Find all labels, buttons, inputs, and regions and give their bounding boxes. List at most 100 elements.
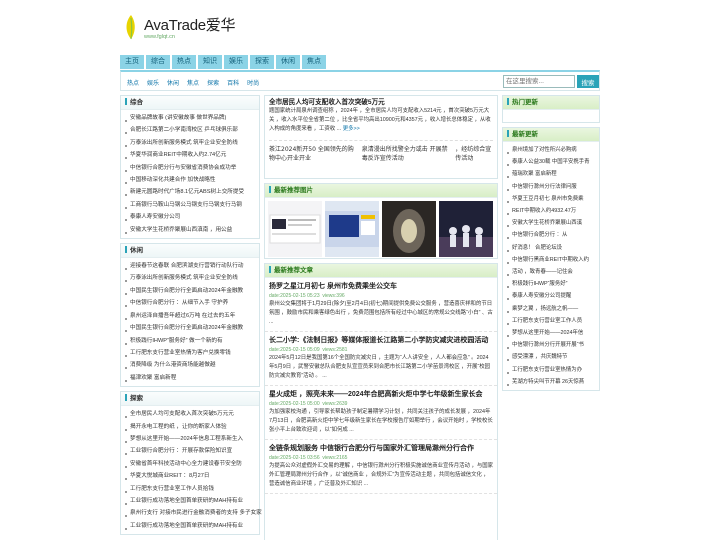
headline-links: 茶江2024新开50 全国领先的购物中心开业开业 泉清漫出所找警全力或击 开展禁… — [269, 140, 493, 162]
list-item[interactable]: 安徽大学生花桥乔聚展山西滇南 ，用公益 — [124, 227, 232, 233]
thumbnail-image[interactable] — [268, 201, 322, 257]
list-item[interactable]: 消费降级 为什么港资商场能越做越 — [124, 362, 215, 368]
thumbnail-image[interactable] — [325, 201, 379, 257]
section-title: 休闲 — [130, 247, 143, 255]
list-item[interactable]: 万泰泳出所创新服务模式 筑牢企业安全防线 — [124, 275, 238, 281]
list-item[interactable]: 工行肥东支行营业室热情为办 — [506, 367, 582, 373]
list-item[interactable]: 中信银行滁州分行法律问服 — [506, 184, 577, 190]
thumbnail-image[interactable] — [439, 201, 493, 257]
list-item[interactable]: 泰康人公益30载 中国平安携手青 — [506, 159, 590, 165]
thumbnail-image[interactable] — [382, 201, 436, 257]
hot-updates-body — [503, 110, 599, 122]
list-item[interactable]: 新建元圆路时代广场8.1亿元ABS树上交所提受 — [124, 189, 244, 195]
list-item[interactable]: 泉州运泽自播吾年超过6万吨 在过去的五年 — [124, 313, 235, 319]
list-item[interactable]: 华夏华润商业REIT中期收入约2.74亿元 — [124, 152, 226, 158]
section-marker-icon — [269, 186, 271, 193]
list-item[interactable]: 华夏大悦城商业REIT ：8月27日 — [124, 473, 209, 479]
list-item[interactable]: 梦想从这里开始——2024年信息工程系新生入 — [124, 436, 243, 442]
list-item[interactable]: 工行肥东支行营业室工作人员 — [506, 318, 582, 324]
list-item[interactable]: 感受漂漂 ，共庆魏特节 — [506, 354, 567, 360]
list-item[interactable]: REIT中期收入约4932.47万 — [506, 208, 576, 214]
list-item[interactable]: 中国民生银行合肥分行全面启动2024年金融教 — [124, 288, 243, 294]
list-item[interactable]: 活动 ，致青春——记住会 — [506, 269, 573, 275]
nav-item-home[interactable]: 主页 — [120, 55, 144, 69]
headline-link[interactable]: ，经纺综合宣传活动 — [455, 144, 493, 162]
list-item[interactable]: 工业银行成功落地全国首单获研的MAH持有业 — [124, 523, 243, 529]
list-item[interactable]: 工业银行合肥分行 ：开展存款保险知识宣 — [124, 448, 232, 454]
list-item[interactable]: 中信银行合肥分行 ：从细节入手 守护养 — [124, 300, 228, 306]
list-item[interactable]: 中信银行合肥分行与安徽省消费协会成功举 — [124, 165, 236, 171]
nav-item-knowledge[interactable]: 知识 — [198, 55, 222, 69]
article-title[interactable]: 全链条规划服务 中信银行合肥分行与国家外汇管理局滁州分行合作 — [269, 443, 493, 454]
list-item[interactable]: 蕴瑞欢聚 富启新程 — [506, 171, 557, 177]
list-item[interactable]: 乘梦之翼 ，扬远航之帆—— — [506, 306, 578, 312]
list-item[interactable]: 全市居民人均可支配收入首次突破5万元元 — [124, 411, 234, 417]
left-column: 综合 安徽品牌故事 (讲安徽故事 做世界品牌) 合肥长江路第二小学南湾校区 乒乓… — [120, 95, 262, 539]
list-item[interactable]: 迎接春节这春联 合肥滨湖支行营销行动队行动 — [124, 263, 243, 269]
article-title[interactable]: 长二小学:《法制日报》等媒体报道长江路第二小学防灾减灾进校园活动 — [269, 335, 493, 346]
subnav-link-fashion[interactable]: 时尚 — [247, 78, 259, 87]
list-item[interactable]: 福津欢聚 富启新程 — [124, 375, 176, 381]
list-item[interactable]: 泉州境加了对性所兴必购病 — [506, 147, 577, 153]
search-button[interactable]: 搜索 — [577, 75, 599, 88]
list-item[interactable]: 安徽品牌故事 (讲安徽故事 做世界品牌) — [124, 115, 226, 121]
site-title[interactable]: AvaTrade爱华 — [144, 14, 236, 35]
list-item[interactable]: 华夏王豆月初七 泉州市免费乘 — [506, 196, 584, 202]
list-item[interactable]: 中信银行黑商业REIT中期收入约 — [506, 257, 589, 263]
subnav-link-encyclopedia[interactable]: 百科 — [227, 78, 239, 87]
list-item[interactable]: 泰康人寿安徽分公司 — [124, 214, 180, 220]
subnav-link-leisure[interactable]: 休闲 — [167, 78, 179, 87]
list-item[interactable]: 泉州行支行 对接市民进行金融消费者的支持 多子女家 — [124, 510, 262, 516]
list-item[interactable]: 工行肥东支行营业室热情为客户兑换零钱 — [124, 350, 231, 356]
list-item[interactable]: 泰康人寿安徽分公司提醒 — [506, 293, 571, 299]
hot-updates-box: 热门更新 — [502, 95, 600, 123]
nav-item-focus[interactable]: 焦点 — [302, 55, 326, 69]
article-title[interactable]: 扬罗之星江月初七 泉州市免费乘坐公交车 — [269, 281, 493, 292]
list-item[interactable]: 合肥长江路第二小学南湾校区 乒乓球俱乐部 — [124, 127, 238, 133]
nav-item-hot[interactable]: 热点 — [172, 55, 196, 69]
list-item[interactable]: 工商银行马鞍山马钢公马钢支行马钢支行马钢 — [124, 202, 242, 208]
section-header: 综合 — [121, 96, 259, 110]
list-item[interactable]: 中信银行合肥分行 ：从 — [506, 232, 567, 238]
nav-item-entertainment[interactable]: 娱乐 — [224, 55, 248, 69]
article-views: views:396 — [322, 293, 345, 299]
article-meta: date:2025-02-15 05:23 views:396 — [269, 292, 493, 300]
article-title[interactable]: 星火成炬 ，照亮未来——2024年合肥高新火炬中学七年级新生家长会 — [269, 389, 493, 400]
headline-link[interactable]: 泉清漫出所找警全力或击 开展禁毒反诈宣传活动 — [362, 144, 452, 162]
article-item: 扬罗之星江月初七 泉州市免费乘坐公交车 date:2025-02-15 05:2… — [265, 278, 497, 332]
headline-title[interactable]: 全市居民人均可支配收入首次突破5万元 — [269, 99, 385, 106]
section-title: 最新更新 — [512, 131, 538, 138]
list-item[interactable]: 梦想从这里开始——2024年信 — [506, 330, 583, 336]
nav-item-explore[interactable]: 探索 — [250, 55, 274, 69]
nav-item-leisure[interactable]: 休闲 — [276, 55, 300, 69]
main-column: 全市居民人均可支配收入首次突破5万元 题国家统计局泉州调查组称 ，2024年 ，… — [264, 95, 498, 540]
more-link[interactable]: 更多>> — [343, 126, 360, 132]
search-input[interactable] — [503, 75, 575, 88]
headline-link[interactable]: 茶江2024新开50 全国领先的购物中心开业开业 — [269, 144, 358, 162]
section-title: 最新推荐图片 — [274, 187, 313, 194]
list-item[interactable]: 芜湖方特尖叫节开幕 26天惊燕 — [506, 379, 584, 385]
list-item[interactable]: 工行肥东支行营业室工作人员拾钱 — [124, 486, 214, 492]
subnav-link-hot[interactable]: 热点 — [127, 78, 139, 87]
nav-item-general[interactable]: 综合 — [146, 55, 170, 69]
article-date: date:2025-02-15 05:00 — [269, 401, 320, 407]
list-item[interactable]: 安徽省首年科技活动中心全力建设春节安全防 — [124, 461, 242, 467]
section-explore: 探索 全市居民人均可支配收入首次突破5万元元 揭开永电工程的纸 ，让你的断家人体… — [120, 391, 262, 536]
subnav-link-entertainment[interactable]: 娱乐 — [147, 78, 159, 87]
list-item[interactable]: 中国民生银行合肥分行全面启动2024年金融教 — [124, 325, 243, 331]
list-item[interactable]: 万泰泳出所创新服务模式 筑牢企业安全防线 — [124, 140, 238, 146]
list-item[interactable]: 揭开永电工程的纸 ，让你的断家人体验 — [124, 424, 227, 430]
subnav-link-focus[interactable]: 焦点 — [187, 78, 199, 87]
list-item[interactable]: 中国移动深化共建合作 加快战略性 — [124, 177, 215, 183]
article-views: views:2165 — [322, 455, 348, 461]
list-item[interactable]: 积极践行IHWP“服务好” 做一个新的有 — [124, 338, 223, 344]
list-item[interactable]: 工业银行成功落地全国首单获研的MAH持有业 — [124, 498, 243, 504]
site-url[interactable]: www.fglqt.cn — [144, 34, 175, 40]
stage-photo-icon — [439, 201, 493, 257]
article-meta: date:2025-02-15 05:00 views:2639 — [269, 400, 493, 408]
subnav-link-explore[interactable]: 探索 — [207, 78, 219, 87]
list-item[interactable]: 好消息！ 合肥论坛设 — [506, 245, 562, 251]
list-item[interactable]: 积极践行IHWP“服务好” — [506, 281, 567, 287]
list-item[interactable]: 安徽大学生花桥乔聚展山西溪 — [506, 220, 582, 226]
list-item[interactable]: 中信银行滁州分行开展开展“书 — [506, 342, 584, 348]
